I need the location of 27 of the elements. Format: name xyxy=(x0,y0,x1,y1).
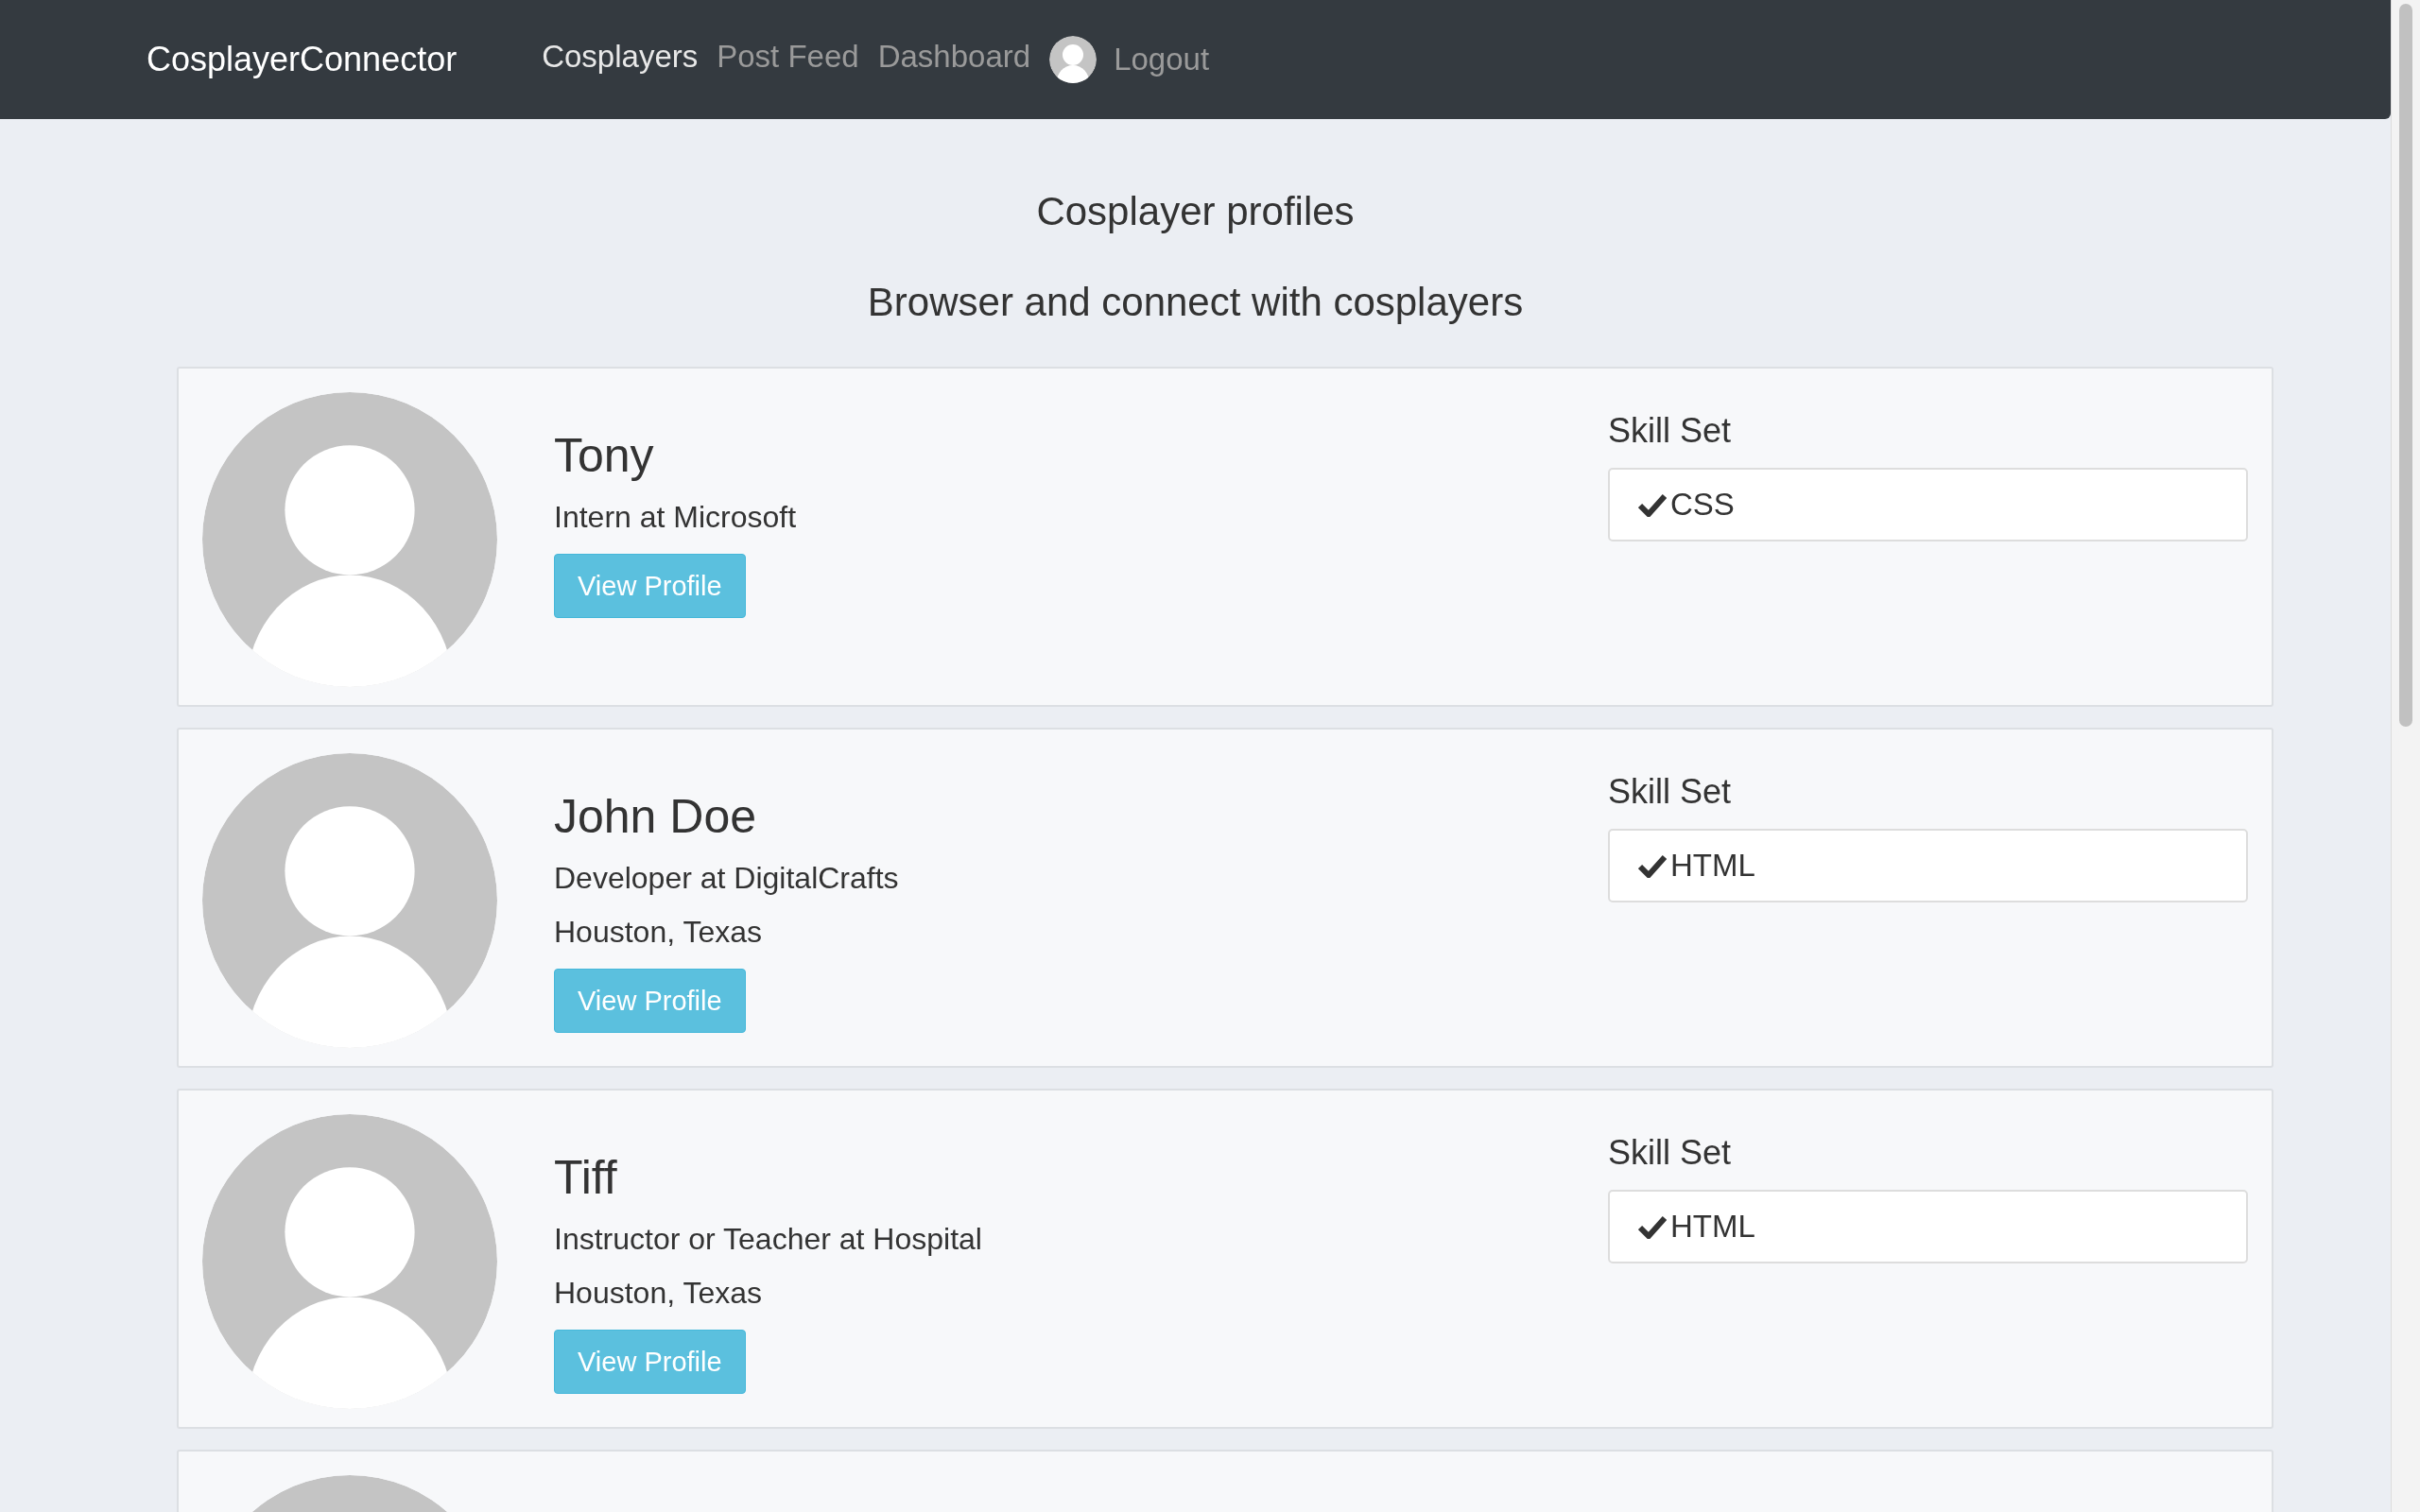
skill-set-label: Skill Set xyxy=(1608,1133,1733,1173)
skill-name: CSS xyxy=(1670,487,1735,523)
profile-job: Developer at DigitalCrafts xyxy=(554,861,899,896)
brand-link[interactable]: CosplayerConnector xyxy=(147,40,458,79)
nav-link[interactable]: Post Feed xyxy=(717,39,859,75)
view-profile-button[interactable]: View Profile xyxy=(554,1330,746,1394)
page-subtitle: Browser and connect with cosplayers xyxy=(867,280,1524,325)
profile-job: Instructor or Teacher at Hospital xyxy=(554,1222,982,1257)
profile-location: Houston, Texas xyxy=(554,1276,762,1311)
skill-set-label: Skill Set xyxy=(1608,772,1733,812)
scrollbar-thumb[interactable] xyxy=(2399,4,2412,727)
profile-name: John Doe xyxy=(554,789,757,844)
profile-name: Tiff xyxy=(554,1150,617,1205)
skill-name: HTML xyxy=(1670,848,1755,884)
logout-link[interactable]: Logout xyxy=(1114,42,1210,77)
nav-link[interactable]: Cosplayers xyxy=(542,39,699,75)
skill-name: HTML xyxy=(1670,1209,1755,1245)
profile-name: Tony xyxy=(554,428,654,483)
skill-set-label: Skill Set xyxy=(1608,411,1733,451)
scrollbar[interactable] xyxy=(2391,0,2420,1512)
profile-job: Intern at Microsoft xyxy=(554,500,797,535)
nav-link[interactable]: Dashboard xyxy=(877,39,1031,75)
view-profile-button[interactable]: View Profile xyxy=(554,554,746,618)
view-profile-button[interactable]: View Profile xyxy=(554,969,746,1033)
user-avatar-icon xyxy=(1049,36,1098,83)
profile-location: Houston, Texas xyxy=(554,915,762,950)
page-title: Cosplayer profiles xyxy=(1036,189,1355,234)
